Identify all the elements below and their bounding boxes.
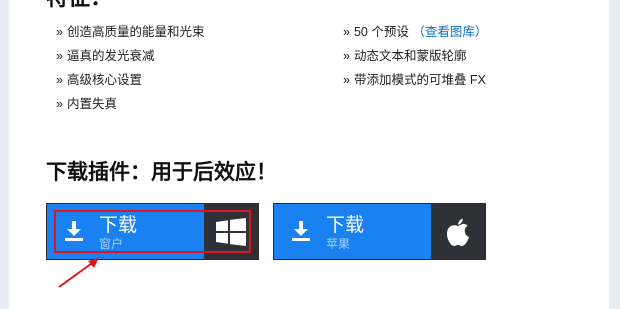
platform-label: 苹果 (326, 237, 351, 251)
feature-item: » 创造高质量的能量和光束 (56, 25, 205, 39)
download-icon (292, 221, 310, 241)
feature-item: » 带添加模式的可堆叠 FX (343, 73, 486, 87)
download-mac-button[interactable]: 下载 苹果 (273, 203, 486, 260)
annotation-arrow-icon (58, 258, 99, 288)
feature-item: » 内置失真 (56, 97, 117, 111)
download-label: 下载 (326, 215, 365, 236)
download-heading: 下载插件：用于后效应！ (46, 161, 277, 184)
right-gutter (609, 0, 620, 309)
view-gallery-link[interactable]: （查看图库） (412, 25, 487, 39)
left-gutter (0, 0, 9, 309)
apple-icon (446, 218, 469, 246)
feature-item: » 动态文本和蒙版轮廓 (343, 49, 467, 63)
annotation-highlight-box (54, 210, 251, 253)
feature-item: » 逼真的发光衰减 (56, 49, 155, 63)
feature-item: » 50 个预设 （查看图库） (343, 25, 488, 39)
os-panel (431, 204, 485, 259)
features-heading: 特征： (46, 0, 112, 9)
feature-item: » 高级核心设置 (56, 73, 142, 87)
